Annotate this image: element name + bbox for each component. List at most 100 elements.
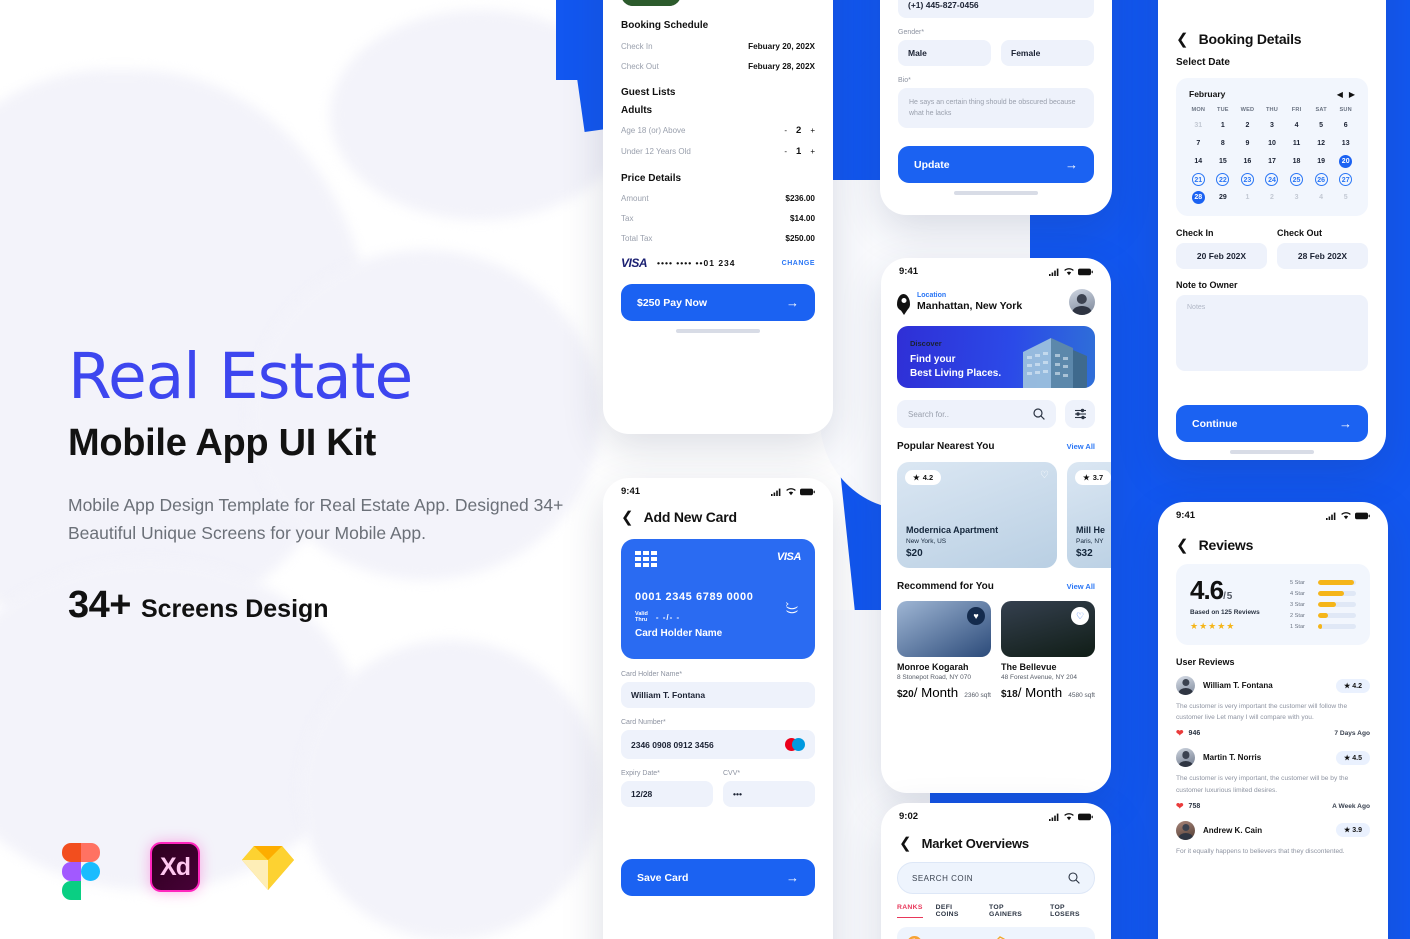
- calendar-day[interactable]: 17: [1260, 155, 1285, 168]
- calendar-day[interactable]: 4: [1309, 191, 1334, 204]
- card-preview: VISA 0001 2345 6789 0000 Valid Thru - -/-…: [621, 539, 815, 659]
- note-input[interactable]: Notes: [1176, 295, 1368, 371]
- back-icon[interactable]: ❮: [1176, 538, 1189, 553]
- battery-icon: [800, 488, 815, 495]
- bio-input[interactable]: He says an certain thing should be obscu…: [898, 87, 1094, 128]
- tab-ranks[interactable]: RANKS: [897, 904, 923, 918]
- discover-banner[interactable]: Discover Find your Best Living Places.: [897, 326, 1095, 388]
- calendar-day[interactable]: 4: [1284, 119, 1309, 132]
- adults-label: Adults: [621, 105, 653, 116]
- coin-search-input[interactable]: SEARCH COIN: [897, 862, 1095, 894]
- property-card[interactable]: ★ 3.7 Mill He Paris, NY $32: [1067, 462, 1111, 568]
- calendar-day[interactable]: 7: [1186, 137, 1211, 150]
- calendar-day[interactable]: 28: [1191, 191, 1205, 204]
- check-out-input[interactable]: 28 Feb 202X: [1277, 243, 1368, 269]
- calendar-day[interactable]: 11: [1284, 137, 1309, 150]
- calendar-day[interactable]: 1: [1211, 119, 1236, 132]
- phone-input[interactable]: (+1) 445-827-0456: [898, 0, 1094, 18]
- bio-label: Bio*: [898, 76, 911, 84]
- stepper-minus[interactable]: -: [784, 126, 787, 135]
- recommend-card[interactable]: ♥ Monroe Kogarah 8 Stonepot Road, NY 070…: [897, 601, 991, 702]
- review-likes[interactable]: ❤ 758: [1176, 801, 1200, 812]
- recommend-card[interactable]: ♡ The Bellevue 48 Forest Avenue, NY 204 …: [1001, 601, 1095, 702]
- calendar-day[interactable]: 14: [1186, 155, 1211, 168]
- calendar-day[interactable]: 2: [1235, 119, 1260, 132]
- calendar-day[interactable]: 6: [1333, 119, 1358, 132]
- continue-button[interactable]: Continue →: [1176, 405, 1368, 442]
- location-row[interactable]: Location Manhattan, New York: [881, 279, 1111, 315]
- calendar-day[interactable]: 5: [1309, 119, 1334, 132]
- calendar-day[interactable]: 26: [1314, 173, 1328, 186]
- tab-defi-coins[interactable]: DEFI COINS: [936, 904, 976, 918]
- calendar-day[interactable]: 31: [1186, 119, 1211, 132]
- calendar-day[interactable]: 8: [1211, 137, 1236, 150]
- card-holder-input[interactable]: William T. Fontana: [621, 682, 815, 708]
- filter-button[interactable]: [1065, 400, 1095, 428]
- view-all-popular[interactable]: View All: [1067, 442, 1095, 451]
- screen-booking-summary: ♡ The Bellevue 48 Forest Avenue, NY 204 …: [603, 0, 833, 434]
- back-icon[interactable]: ❮: [899, 836, 912, 851]
- calendar-day[interactable]: 18: [1284, 155, 1309, 168]
- back-icon[interactable]: ❮: [621, 510, 634, 525]
- gender-option-male[interactable]: Male: [898, 39, 991, 66]
- calendar-day[interactable]: 20: [1339, 155, 1353, 168]
- view-all-recommend[interactable]: View All: [1067, 582, 1095, 591]
- visa-logo-icon: VISA: [621, 256, 648, 270]
- stepper-minus[interactable]: -: [784, 147, 787, 156]
- calendar-day[interactable]: 16: [1235, 155, 1260, 168]
- tab-top-gainers[interactable]: TOP GAINERS: [989, 904, 1037, 918]
- gender-option-female[interactable]: Female: [1001, 39, 1094, 66]
- stepper-plus[interactable]: +: [810, 126, 815, 135]
- back-icon[interactable]: ❮: [1176, 32, 1189, 47]
- calendar-day[interactable]: 15: [1211, 155, 1236, 168]
- payment-method-row[interactable]: VISA •••• •••• ••01 234 CHANGE: [621, 256, 815, 270]
- hero-description: Mobile App Design Template for Real Esta…: [68, 495, 564, 544]
- calendar-day[interactable]: 10: [1260, 137, 1285, 150]
- save-card-button[interactable]: Save Card →: [621, 859, 815, 896]
- calendar-day[interactable]: 23: [1240, 173, 1254, 186]
- calendar-day[interactable]: 9: [1235, 137, 1260, 150]
- search-input[interactable]: Search for..: [897, 400, 1056, 428]
- calendar-day[interactable]: 13: [1333, 137, 1358, 150]
- heart-icon[interactable]: ♡: [1071, 607, 1089, 625]
- calendar-day[interactable]: 3: [1284, 191, 1309, 204]
- coin-row[interactable]: ₿ Bitcoin (BTC) $405656.06: [897, 927, 1095, 939]
- property-price: $20: [897, 689, 914, 700]
- calendar-weekday: TUE: [1216, 107, 1229, 113]
- card-number-input[interactable]: 2346 0908 0912 3456: [621, 730, 815, 759]
- guest-stepper[interactable]: - 2 +: [784, 125, 815, 136]
- guest-stepper[interactable]: - 1 +: [784, 146, 815, 157]
- calendar-day[interactable]: 22: [1216, 173, 1230, 186]
- tab-top-losers[interactable]: TOP LOSERS: [1050, 904, 1095, 918]
- rating-bar-fill: [1318, 624, 1322, 629]
- calendar-day[interactable]: 2: [1260, 191, 1285, 204]
- cvv-input[interactable]: •••: [723, 781, 815, 807]
- heart-icon[interactable]: ♡: [1040, 470, 1049, 481]
- calendar-next-icon[interactable]: ▶: [1349, 90, 1355, 99]
- calendar-day[interactable]: 3: [1260, 119, 1285, 132]
- check-in-input[interactable]: 20 Feb 202X: [1176, 243, 1267, 269]
- pay-now-button[interactable]: $250 Pay Now →: [621, 284, 815, 321]
- visa-logo-icon: VISA: [776, 551, 801, 563]
- avatar[interactable]: [1069, 289, 1095, 315]
- calendar-day[interactable]: 24: [1265, 173, 1279, 186]
- calendar-day[interactable]: 21: [1191, 173, 1205, 186]
- status-icons: [1049, 812, 1093, 821]
- calendar-day[interactable]: 19: [1309, 155, 1334, 168]
- heart-icon[interactable]: ♥: [967, 607, 985, 625]
- rating-summary: 4.6/ 5 Based on 125 Reviews ★★★★★ 5 Star…: [1176, 564, 1370, 645]
- review-likes[interactable]: ❤ 946: [1176, 728, 1200, 739]
- calendar-day[interactable]: 29: [1211, 191, 1236, 204]
- update-button[interactable]: Update →: [898, 146, 1094, 183]
- calendar-day[interactable]: 1: [1235, 191, 1260, 204]
- expiry-input[interactable]: 12/28: [621, 781, 713, 807]
- property-card[interactable]: ★ 4.2 ♡ Modernica Apartment New York, US …: [897, 462, 1057, 568]
- calendar-day[interactable]: 27: [1339, 173, 1353, 186]
- change-card-button[interactable]: CHANGE: [782, 260, 815, 267]
- stepper-plus[interactable]: +: [810, 147, 815, 156]
- calendar-day[interactable]: 25: [1290, 173, 1304, 186]
- calendar-day[interactable]: 5: [1333, 191, 1358, 204]
- calendar-day[interactable]: 12: [1309, 137, 1334, 150]
- rating-badge: ★ 4.2: [905, 470, 942, 485]
- calendar-prev-icon[interactable]: ◀: [1337, 90, 1343, 99]
